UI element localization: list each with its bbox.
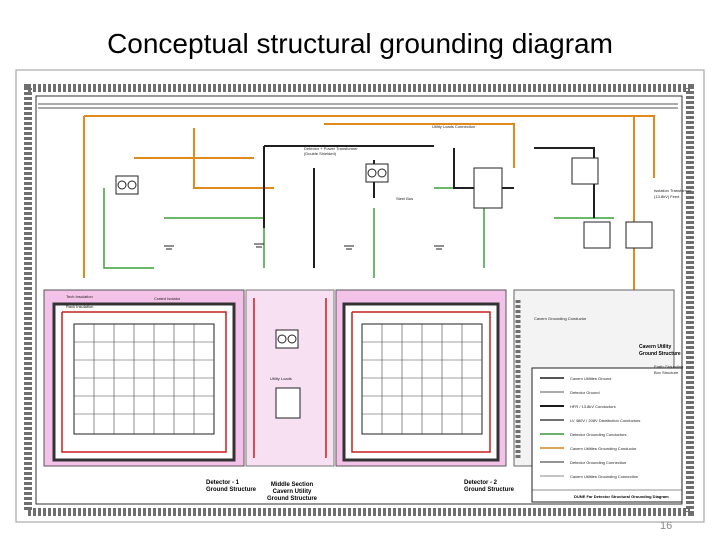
label-isolation-transformer: Isolation Transformer (654, 188, 692, 193)
legend-item-4: Cavern Utilities Grounding Conductor (570, 446, 637, 451)
slide-title: Conceptual structural grounding diagram (107, 28, 613, 59)
label-cavern-utility: Cavern Utility (273, 489, 312, 495)
label-earth-grounding: Earth Grounding (654, 364, 683, 369)
legend-item-1: HFR / 13.8kV Conductors (570, 404, 616, 409)
label-ground-structure-right: Ground Structure (639, 351, 681, 357)
label-crated-isolator: Crated Isolator (154, 296, 181, 301)
legend-item-3: Detector Grounding Conductors (570, 432, 626, 437)
label-detector-1: Detector - 1 (206, 480, 240, 486)
legend-item-5: Detector Grounding Connection (570, 460, 626, 465)
label-detector-2: Detector - 2 (464, 480, 498, 486)
grounding-diagram: Detector + Power Transformer (Double Shi… (15, 69, 705, 523)
label-box-structure: Box Structure (654, 370, 679, 375)
label-middle-section: Middle Section (271, 482, 314, 488)
label-kv-feed: (13.8kV) Feed (654, 194, 679, 199)
legend-title: Cavern Utilities Ground (570, 376, 611, 381)
detector-1-structure (43, 289, 245, 467)
legend-item-0: Detector Ground (570, 390, 600, 395)
label-tech-insulation: Tech Insulation (66, 294, 93, 299)
legend-item-2: LV 480V / 208V Distribution Conductors (570, 418, 640, 423)
label-utility-loads: Utility Loads Connection (432, 124, 475, 129)
label-ground-structure-1: Ground Structure (206, 487, 257, 493)
label-rack-insulation: Rack Insulation (66, 304, 93, 309)
legend-footer: DUNE Far Detector Structural Grounding D… (574, 494, 669, 499)
label-utility-loads-small: Utility Loads (270, 376, 292, 381)
page-number: 16 (660, 520, 673, 532)
label-cavern-utility-right: Cavern Utility (639, 344, 671, 350)
label-cavern-ground-text: Cavern Grounding Conductor (534, 316, 587, 321)
label-steel-bus: Steel Bus (396, 196, 413, 201)
panel-icon (275, 387, 301, 419)
label-ground-structure-2: Ground Structure (464, 487, 515, 493)
legend-item-6: Cavern Utilities Grounding Connection (570, 474, 638, 479)
label-detector-power-2: (Double Shielded) (304, 151, 337, 156)
detector-2-structure (335, 289, 507, 467)
label-ground-structure-mid: Ground Structure (267, 496, 318, 502)
